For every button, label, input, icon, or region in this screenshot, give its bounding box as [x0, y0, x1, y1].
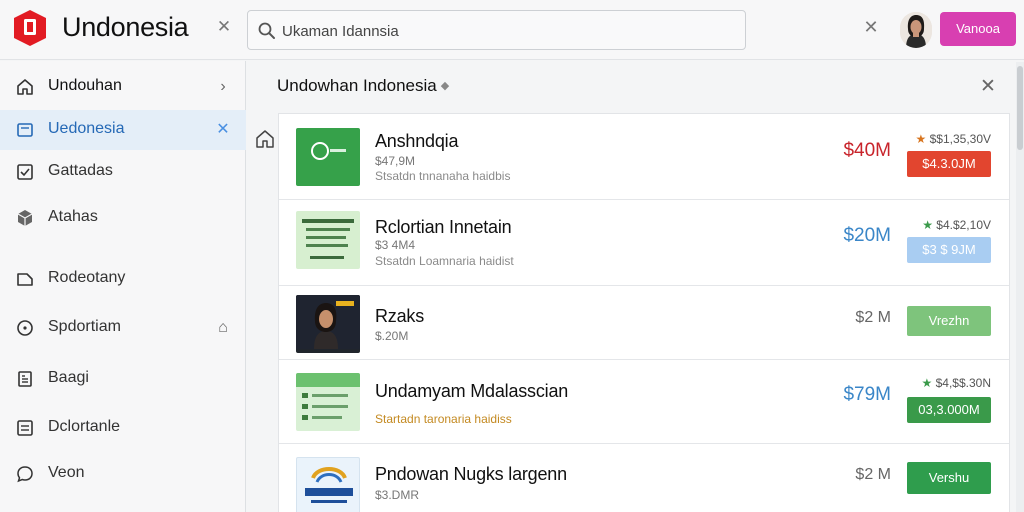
item-delta: ★ $4.$2,10V: [922, 218, 991, 232]
avatar[interactable]: [900, 12, 932, 48]
list-item[interactable]: Rclortian Innetain $3 4M4 Stsatdn Loamna…: [279, 200, 1009, 286]
delta-value: $4,$$.30N: [935, 376, 991, 390]
search-bar[interactable]: [247, 10, 746, 50]
item-action-button[interactable]: Vershu: [907, 462, 991, 494]
card-icon: [17, 123, 33, 137]
item-thumbnail: [296, 295, 360, 353]
search-input[interactable]: [282, 19, 722, 43]
top-bar: Undonesia ✕ ✕ Vanooa: [0, 0, 1024, 60]
chat-icon: [17, 466, 33, 483]
sidebar-item-uedonesia[interactable]: Uedonesia ✕: [0, 110, 246, 150]
item-name: Rzaks: [375, 306, 425, 326]
sidebar-item-label: Rodeotany: [48, 269, 126, 286]
item-description: Startadn taronaria haidiss: [375, 412, 512, 426]
item-delta: ★ $4,$$.30N: [922, 376, 991, 390]
item-thumbnail: [296, 211, 360, 269]
item-action-button[interactable]: $3 $ 9JM: [907, 237, 991, 263]
home-icon[interactable]: [254, 128, 276, 150]
item-thumbnail: [296, 128, 360, 186]
item-description: Stsatdn tnnanaha haidbis: [375, 169, 511, 183]
person-photo-icon: [296, 295, 360, 349]
document-icon: [18, 371, 32, 387]
item-name: Pndowan Nugks largenn: [375, 464, 567, 484]
item-value: $40M: [843, 140, 891, 161]
star-icon: ★: [915, 132, 930, 146]
item-value: $2 M: [855, 309, 891, 326]
sidebar-item-label: Gattadas: [48, 162, 113, 179]
list-item[interactable]: Rzaks $.20M $2 M Vrezhn: [279, 286, 1009, 360]
scrollbar-thumb[interactable]: [1017, 66, 1023, 150]
clear-icon[interactable]: ✕: [860, 16, 882, 38]
chevron-right-icon[interactable]: ›: [212, 76, 234, 98]
sidebar-item-undouhan[interactable]: Undouhan ›: [0, 67, 246, 107]
delta-value: $$1,35,30V: [929, 132, 991, 146]
app-title: Undonesia: [62, 12, 189, 42]
page-title: Undowhan Indonesia: [277, 76, 437, 95]
brand-logo-icon: [302, 219, 354, 259]
sidebar-item-label: Baagi: [48, 369, 89, 386]
item-name: Undamyam Mdalasscian: [375, 381, 569, 401]
star-icon: ★: [921, 376, 936, 390]
sidebar-item-label: Spdortiam: [48, 318, 121, 335]
item-name: Anshndqia: [375, 131, 459, 151]
caret-icon[interactable]: ◆: [437, 78, 453, 94]
sidebar-item-gattadas[interactable]: Gattadas: [0, 152, 246, 192]
sidebar-item-baagi[interactable]: Baagi: [0, 359, 246, 399]
item-action-button[interactable]: $4.3.0JM: [907, 151, 991, 177]
item-description: Stsatdn Loamnaria haidist: [375, 254, 514, 268]
close-icon[interactable]: ✕: [214, 17, 234, 37]
sidebar-item-atahas[interactable]: Atahas: [0, 198, 246, 238]
item-value: $79M: [843, 384, 891, 405]
sidebar-item-dclortanle[interactable]: Dclortanle: [0, 408, 246, 448]
search-icon: [258, 22, 275, 39]
bookmark-icon: [17, 273, 33, 286]
check-box-icon: [17, 164, 33, 180]
item-subvalue: $3 4M4: [375, 238, 416, 252]
sidebar-item-label: Uedonesia: [48, 120, 125, 137]
item-delta: ★ $$1,35,30V: [916, 132, 991, 146]
sidebar-item-label: Veon: [48, 464, 85, 481]
list-item[interactable]: Undamyam Mdalasscian Startadn taronaria …: [279, 360, 1009, 444]
clock-icon: [17, 320, 33, 336]
item-thumbnail: [296, 457, 360, 512]
sidebar-item-veon[interactable]: Veon: [0, 454, 246, 494]
list-icon: [17, 420, 33, 436]
list-item[interactable]: Anshndqia $47,9M Stsatdn tnnanaha haidbi…: [279, 114, 1009, 200]
sidebar: Undouhan › Uedonesia ✕ Gattadas Atahas R…: [0, 61, 246, 512]
user-photo-icon: [900, 12, 932, 48]
item-value: $2 M: [855, 466, 891, 483]
app-logo-icon[interactable]: [12, 9, 48, 47]
item-subvalue: $3.DMR: [375, 488, 420, 502]
sidebar-item-label: Dclortanle: [48, 418, 121, 435]
close-icon[interactable]: ✕: [978, 77, 998, 97]
delta-value: $4.$2,10V: [936, 218, 991, 232]
item-action-button[interactable]: Vrezhn: [907, 306, 991, 336]
item-name: Rclortian Innetain: [375, 217, 512, 237]
sidebar-item-label: Undouhan: [48, 77, 122, 94]
item-value: $20M: [843, 225, 891, 246]
item-thumbnail: [296, 373, 360, 431]
home-icon: [17, 79, 33, 95]
close-icon[interactable]: ✕: [212, 119, 234, 141]
sidebar-item-rodeotany[interactable]: Rodeotany: [0, 259, 246, 299]
brand-logo-icon: [305, 467, 353, 503]
item-subvalue: $.20M: [375, 329, 409, 343]
cube-icon: [17, 210, 33, 226]
sidebar-item-spdortiam[interactable]: Spdortiam ⌂: [0, 308, 246, 348]
home-outline-icon[interactable]: ⌂: [212, 317, 234, 339]
brand-logo-icon: [311, 142, 346, 160]
star-icon: ★: [922, 218, 937, 232]
item-subvalue: $47,9M: [375, 154, 416, 168]
brand-logo-icon: [296, 373, 360, 420]
item-action-button[interactable]: 03,3.000M: [907, 397, 991, 423]
sidebar-item-label: Atahas: [48, 208, 98, 225]
results-list: Anshndqia $47,9M Stsatdn tnnanaha haidbi…: [278, 113, 1010, 512]
primary-action-button[interactable]: Vanooa: [940, 12, 1016, 46]
list-item[interactable]: Pndowan Nugks largenn $3.DMR $2 M Vershu: [279, 444, 1009, 512]
